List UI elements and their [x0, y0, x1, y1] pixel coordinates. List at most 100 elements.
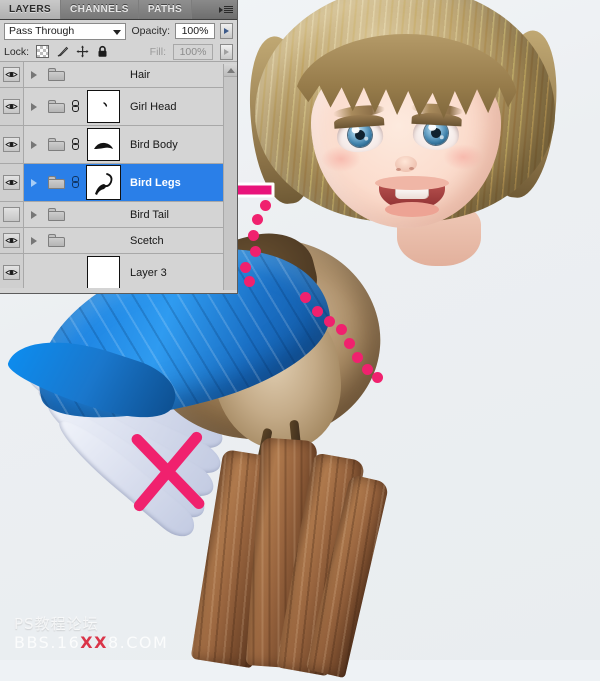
watermark-line-2: BBS.16XX8.COM [14, 632, 169, 652]
layer-name-cell[interactable]: Layer 3 [124, 267, 237, 279]
lock-all-icon[interactable] [96, 45, 109, 58]
layer-name-label: Girl Head [130, 100, 177, 113]
layer-visibility-toggle[interactable] [0, 126, 24, 163]
layer-thumbnail-cell [82, 90, 124, 123]
panel-tabbar: LAYERS CHANNELS PATHS [0, 0, 237, 20]
layer-row-hair[interactable]: Hair [0, 62, 237, 88]
dotted-outline-dot [344, 338, 355, 349]
dotted-outline-dot [324, 316, 335, 327]
layer-row-girl-head[interactable]: Girl Head [0, 88, 237, 126]
eye-left [333, 113, 385, 154]
layer-list-scrollbar[interactable] [223, 64, 237, 290]
layer-row-bird-legs[interactable]: Bird Legs [0, 164, 237, 202]
layer-expand-toggle[interactable] [24, 102, 44, 111]
layer-row-bird-tail[interactable]: Bird Tail [0, 202, 237, 228]
chevron-down-icon [113, 29, 122, 35]
layer-name-label: Hair [130, 68, 151, 81]
layers-panel[interactable]: LAYERS CHANNELS PATHS Pass Through Opaci… [0, 0, 238, 294]
eye-right [411, 111, 463, 152]
layer-name-label: Bird Tail [130, 208, 169, 221]
layer-name-cell[interactable]: Bird Legs [124, 177, 237, 189]
layer-expand-toggle[interactable] [24, 178, 44, 187]
panel-menu-button[interactable] [215, 0, 237, 19]
layer-expand-toggle[interactable] [24, 140, 44, 149]
link-icon [71, 100, 79, 113]
layer-expand-toggle[interactable] [24, 210, 44, 219]
chevron-right-icon [31, 102, 37, 111]
layer-expand-toggle[interactable] [24, 236, 44, 245]
layer-thumbnail-cell [82, 128, 124, 161]
lock-transparent-pixels-icon[interactable] [36, 45, 50, 58]
layer-name-label: Bird Body [130, 138, 178, 151]
tab-layers[interactable]: LAYERS [0, 0, 62, 19]
dotted-outline-dot [336, 324, 347, 335]
layer-name-cell[interactable]: Hair [124, 69, 237, 81]
layer-group-folder [44, 138, 68, 151]
fill-label: Fill: [149, 45, 166, 58]
layer-row-bird-body[interactable]: Bird Body [0, 126, 237, 164]
layer-thumbnail[interactable] [86, 256, 120, 288]
opacity-slider-button[interactable] [220, 23, 233, 39]
layer-thumbnail-cell [82, 165, 124, 200]
dotted-outline-dot [252, 214, 263, 225]
chevron-right-icon [31, 178, 37, 187]
panel-menu-icon [219, 6, 233, 13]
dotted-outline-dot [362, 364, 373, 375]
lock-position-icon[interactable] [76, 45, 89, 58]
layer-thumbnail[interactable] [85, 165, 121, 200]
layer-expand-toggle[interactable] [24, 70, 44, 79]
lock-image-pixels-icon[interactable] [56, 45, 69, 58]
layer-thumbnail[interactable] [86, 128, 120, 161]
opacity-value: 100% [181, 25, 209, 37]
layer-name-cell[interactable]: Girl Head [124, 101, 237, 113]
upper-lip [375, 176, 449, 190]
layer-list[interactable]: Hair Girl Head Bird Body Bird Legs Bird Tail… [0, 62, 237, 288]
fill-input[interactable]: 100% [173, 43, 213, 60]
lock-row: Lock: Fill: 100% [0, 42, 237, 62]
dotted-outline-dot [300, 292, 311, 303]
layer-name-cell[interactable]: Scetch [124, 235, 237, 247]
opacity-label: Opacity: [131, 25, 170, 37]
opacity-input[interactable]: 100% [175, 23, 215, 39]
chevron-right-icon [31, 70, 37, 79]
layer-visibility-toggle[interactable] [0, 62, 24, 87]
layer-name-label: Scetch [130, 234, 164, 247]
layer-visibility-toggle[interactable] [0, 88, 24, 125]
tree-branch [190, 422, 390, 679]
folder-icon [47, 138, 65, 151]
folder-icon [47, 176, 65, 189]
layer-link-indicator [68, 176, 82, 189]
chevron-right-icon [31, 210, 37, 219]
dotted-outline-annotation [240, 196, 400, 383]
watermark: PS教程论坛 BBS.16XX8.COM [14, 616, 168, 652]
eye-icon [3, 137, 20, 152]
fill-slider-button[interactable] [220, 43, 233, 60]
layer-visibility-toggle[interactable] [0, 254, 24, 288]
blend-mode-select[interactable]: Pass Through [4, 22, 127, 40]
tab-channels-label: CHANNELS [70, 4, 129, 15]
layer-name-cell[interactable]: Bird Tail [124, 209, 237, 221]
layer-visibility-toggle[interactable] [0, 228, 24, 253]
link-icon [71, 138, 79, 151]
layer-group-folder [44, 234, 68, 247]
cross-out-mark [118, 420, 210, 520]
layer-name-cell[interactable]: Bird Body [124, 139, 237, 151]
layer-visibility-toggle[interactable] [0, 202, 24, 227]
tab-paths[interactable]: PATHS [138, 0, 193, 19]
scroll-up-icon[interactable] [224, 64, 237, 77]
tabbar-filler [192, 0, 215, 19]
layer-visibility-toggle[interactable] [0, 164, 24, 201]
layer-row-scetch[interactable]: Scetch [0, 228, 237, 254]
layer-thumbnail[interactable] [86, 90, 120, 123]
dotted-outline-dot [240, 262, 251, 273]
tab-channels[interactable]: CHANNELS [61, 0, 139, 19]
layer-row-layer-3[interactable]: Layer 3 [0, 254, 237, 288]
watermark-prefix: BBS [14, 632, 51, 652]
folder-icon [47, 208, 65, 221]
lock-label: Lock: [4, 45, 30, 58]
fill-value: 100% [179, 45, 207, 58]
eye-icon [3, 99, 20, 114]
watermark-dot2: .COM [119, 632, 169, 652]
chevron-right-icon [31, 140, 37, 149]
watermark-line-1: PS教程论坛 [14, 615, 99, 634]
